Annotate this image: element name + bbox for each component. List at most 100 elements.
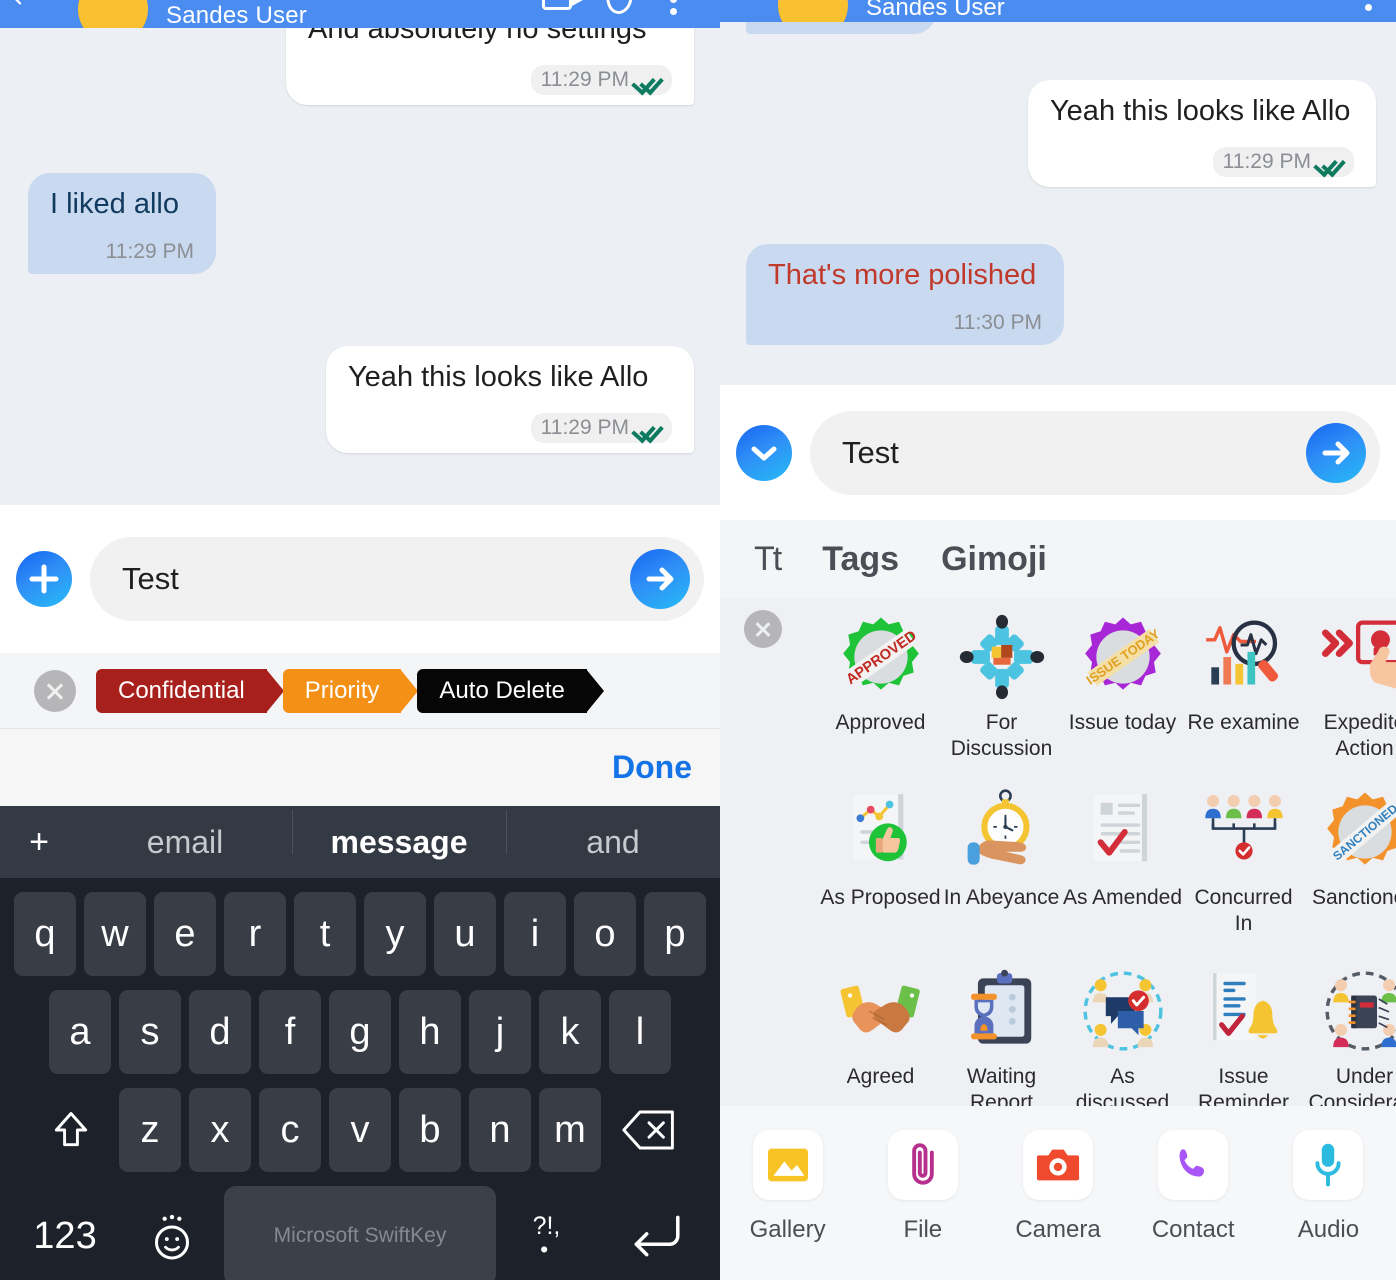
- key-i[interactable]: i: [504, 892, 566, 976]
- tag-chip-priority[interactable]: Priority: [282, 668, 419, 713]
- message-bubble-outgoing[interactable]: Yeah this looks like Allo 11:29 PM: [326, 346, 694, 453]
- key-z[interactable]: z: [119, 1088, 181, 1172]
- key-u[interactable]: u: [434, 892, 496, 976]
- close-icon[interactable]: [744, 610, 782, 648]
- back-arrow-icon[interactable]: [10, 0, 32, 8]
- key-o[interactable]: o: [574, 892, 636, 976]
- key-r[interactable]: r: [224, 892, 286, 976]
- right-composer: Test: [720, 385, 1396, 520]
- punctuation-icon[interactable]: ?!,: [496, 1208, 600, 1264]
- svg-text:?!,: ?!,: [533, 1212, 561, 1240]
- key-m[interactable]: m: [539, 1088, 601, 1172]
- gimoji-item-for-discussion[interactable]: For Discussion: [941, 608, 1062, 761]
- send-icon[interactable]: [630, 549, 690, 609]
- tags-tab[interactable]: Tags: [822, 540, 899, 579]
- gimoji-item-sanctioned[interactable]: SANCTIONED Sanctioned: [1304, 783, 1396, 911]
- message-input-field[interactable]: Test: [90, 537, 704, 621]
- message-bubble-incoming[interactable]: I liked allo 11:29 PM: [28, 173, 216, 274]
- attachment-file[interactable]: File: [855, 1130, 990, 1244]
- backspace-icon[interactable]: [609, 1088, 689, 1172]
- gimoji-item-as-proposed[interactable]: As Proposed: [820, 783, 941, 911]
- attachment-camera[interactable]: Camera: [990, 1130, 1125, 1244]
- left-screen: Sandes User And absolutely no settings 1…: [0, 0, 720, 1280]
- gimoji-item-waiting-report[interactable]: Waiting Report: [941, 962, 1062, 1115]
- key-h[interactable]: h: [399, 990, 461, 1074]
- gimoji-tab[interactable]: Gimoji: [941, 540, 1047, 579]
- key-e[interactable]: e: [154, 892, 216, 976]
- gimoji-item-as-discussed[interactable]: As discussed: [1062, 962, 1183, 1115]
- gimoji-item-under-consideration[interactable]: Under Considerati.: [1304, 962, 1396, 1115]
- key-n[interactable]: n: [469, 1088, 531, 1172]
- format-text-tab[interactable]: Tt: [754, 540, 782, 579]
- gimoji-item-approved[interactable]: APPROVED Approved: [820, 608, 941, 736]
- numeric-key[interactable]: 123: [10, 1215, 120, 1258]
- message-input-field[interactable]: Test: [810, 410, 1380, 495]
- key-l[interactable]: l: [609, 990, 671, 1074]
- attachment-audio[interactable]: Audio: [1261, 1130, 1396, 1244]
- message-bubble-incoming-partial[interactable]: [746, 22, 936, 34]
- key-w[interactable]: w: [84, 892, 146, 976]
- attachment-contact[interactable]: Contact: [1126, 1130, 1261, 1244]
- key-c[interactable]: c: [259, 1088, 321, 1172]
- video-call-icon[interactable]: [542, 0, 583, 16]
- gimoji-item-as-amended[interactable]: As Amended: [1062, 783, 1183, 911]
- shift-icon[interactable]: [31, 1088, 111, 1172]
- plus-icon[interactable]: [16, 551, 72, 607]
- key-a[interactable]: a: [49, 990, 111, 1074]
- key-y[interactable]: y: [364, 892, 426, 976]
- key-t[interactable]: t: [294, 892, 356, 976]
- gimoji-item-concurred-in[interactable]: Concurred In: [1183, 783, 1304, 936]
- chevron-down-icon[interactable]: [736, 424, 792, 481]
- key-p[interactable]: p: [644, 892, 706, 976]
- add-suggestion-icon[interactable]: +: [0, 823, 78, 862]
- gimoji-item-re-examine[interactable]: Re examine: [1183, 608, 1304, 736]
- concurred-in-icon: [1204, 795, 1283, 860]
- send-icon[interactable]: [1306, 422, 1366, 483]
- tag-chip-confidential[interactable]: Confidential: [96, 668, 284, 713]
- tag-label: Priority: [304, 676, 380, 704]
- tag-chip-auto-delete[interactable]: Auto Delete: [417, 668, 605, 713]
- suggestion-0[interactable]: email: [78, 824, 292, 861]
- key-q[interactable]: q: [14, 892, 76, 976]
- key-row-3: z x c v b n m: [4, 1088, 716, 1172]
- suggestion-1[interactable]: message: [292, 809, 506, 861]
- gimoji-item-agreed[interactable]: Agreed: [820, 962, 941, 1090]
- overflow-menu-icon[interactable]: [670, 0, 704, 16]
- key-row-4: 123 Microsoft SwiftKey ?!,: [4, 1186, 716, 1280]
- for-discussion-icon: [959, 614, 1044, 700]
- phone-call-icon[interactable]: [604, 0, 640, 16]
- key-rows: q w e r t y u i o p a s d f g h j k l z …: [0, 878, 720, 1280]
- issue-today-badge-icon: ISSUE TODAY: [1083, 617, 1162, 690]
- key-f[interactable]: f: [259, 990, 321, 1074]
- key-d[interactable]: d: [189, 990, 251, 1074]
- gimoji-item-issue-reminder[interactable]: Issue Reminder: [1183, 962, 1304, 1115]
- attachment-gallery[interactable]: Gallery: [720, 1130, 855, 1244]
- done-button[interactable]: Done: [612, 749, 692, 786]
- re-examine-icon: [1205, 620, 1278, 685]
- suggestion-2[interactable]: and: [506, 809, 720, 861]
- key-j[interactable]: j: [469, 990, 531, 1074]
- microphone-icon: [1293, 1130, 1364, 1200]
- key-g[interactable]: g: [329, 990, 391, 1074]
- enter-icon[interactable]: [600, 1211, 710, 1261]
- gimoji-row: Agreed Waiting Report As discussed Issue…: [720, 962, 1396, 1115]
- key-s[interactable]: s: [119, 990, 181, 1074]
- avatar[interactable]: [78, 0, 148, 28]
- key-k[interactable]: k: [539, 990, 601, 1074]
- key-b[interactable]: b: [399, 1088, 461, 1172]
- gimoji-row: APPROVED Approved For Discussion ISSUE T…: [720, 608, 1396, 761]
- message-bubble-outgoing[interactable]: Yeah this looks like Allo 11:29 PM: [1028, 80, 1376, 187]
- gimoji-item-issue-today[interactable]: ISSUE TODAY Issue today: [1062, 608, 1183, 736]
- right-app-bar: Sandes User: [720, 0, 1396, 22]
- attachment-bar: Gallery File Camera Contact Audio: [720, 1106, 1396, 1280]
- avatar[interactable]: [778, 0, 848, 22]
- space-key[interactable]: Microsoft SwiftKey: [224, 1186, 496, 1280]
- emoji-icon[interactable]: [120, 1208, 224, 1264]
- key-v[interactable]: v: [329, 1088, 391, 1172]
- gimoji-item-in-abeyance[interactable]: In Abeyance: [941, 783, 1062, 911]
- key-x[interactable]: x: [189, 1088, 251, 1172]
- gimoji-panel: APPROVED Approved For Discussion ISSUE T…: [720, 598, 1396, 1114]
- message-bubble-incoming[interactable]: That's more polished 11:30 PM: [746, 244, 1064, 345]
- close-icon[interactable]: [34, 669, 76, 712]
- gimoji-item-expedite-action[interactable]: Expedite Action: [1304, 608, 1396, 761]
